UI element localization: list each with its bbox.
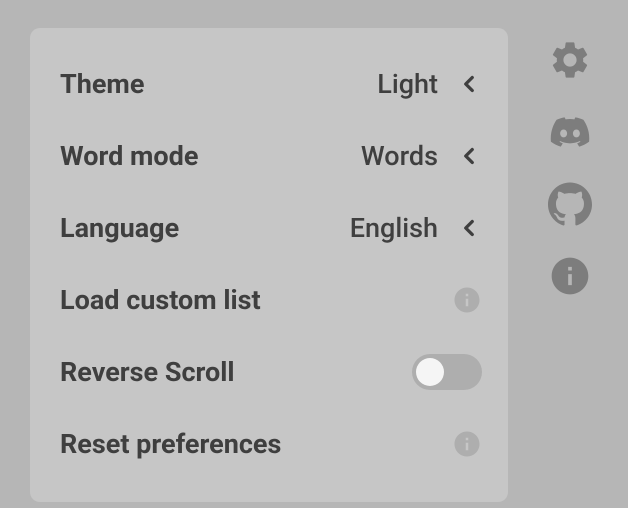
reset-preferences-label: Reset preferences xyxy=(60,428,440,460)
language-label: Language xyxy=(60,212,338,244)
theme-value: Light xyxy=(377,68,438,100)
info-icon[interactable] xyxy=(452,285,482,315)
language-value: English xyxy=(350,212,438,244)
chevron-left-icon[interactable] xyxy=(456,143,482,169)
github-icon[interactable] xyxy=(548,182,592,226)
theme-row[interactable]: Theme Light xyxy=(60,48,482,120)
reverse-scroll-toggle[interactable] xyxy=(412,354,482,390)
word-mode-value: Words xyxy=(361,140,438,172)
theme-label: Theme xyxy=(60,68,365,100)
discord-icon[interactable] xyxy=(548,110,592,154)
reverse-scroll-label: Reverse Scroll xyxy=(60,356,400,388)
reset-preferences-row[interactable]: Reset preferences xyxy=(60,408,482,480)
language-row[interactable]: Language English xyxy=(60,192,482,264)
chevron-left-icon[interactable] xyxy=(456,215,482,241)
load-custom-list-label: Load custom list xyxy=(60,284,440,316)
load-custom-list-row[interactable]: Load custom list xyxy=(60,264,482,336)
reverse-scroll-row: Reverse Scroll xyxy=(60,336,482,408)
toggle-knob xyxy=(416,358,444,386)
info-icon[interactable] xyxy=(548,254,592,298)
settings-icon[interactable] xyxy=(548,38,592,82)
word-mode-row[interactable]: Word mode Words xyxy=(60,120,482,192)
sidebar-icons xyxy=(548,38,592,298)
info-icon[interactable] xyxy=(452,429,482,459)
word-mode-label: Word mode xyxy=(60,140,349,172)
settings-panel: Theme Light Word mode Words Language Eng… xyxy=(30,28,508,502)
chevron-left-icon[interactable] xyxy=(456,71,482,97)
